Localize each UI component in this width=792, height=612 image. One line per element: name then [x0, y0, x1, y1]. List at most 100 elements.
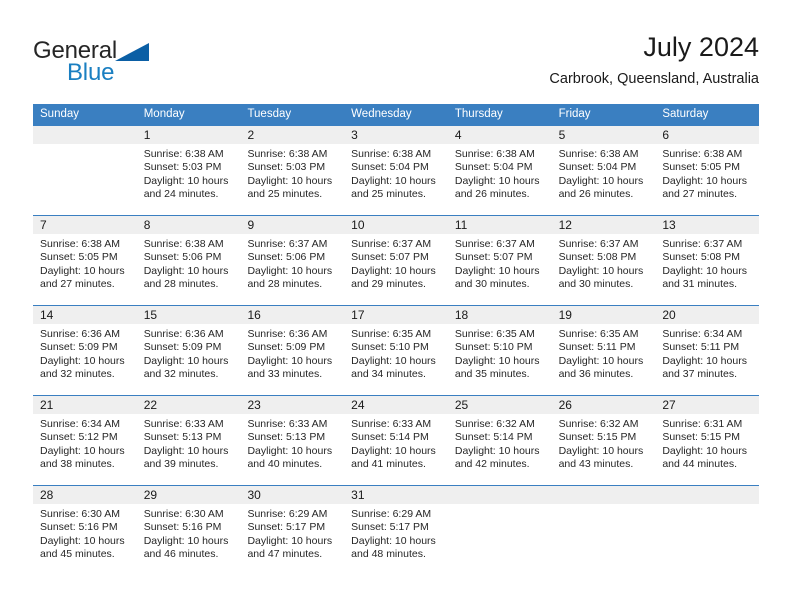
day-number[interactable]: 12	[552, 216, 656, 234]
day-number[interactable]	[33, 126, 137, 144]
daylight-text: Daylight: 10 hours	[662, 174, 747, 187]
day-cell[interactable]: Sunrise: 6:30 AM Sunset: 5:16 PM Dayligh…	[33, 504, 137, 575]
day-cell[interactable]: Sunrise: 6:36 AM Sunset: 5:09 PM Dayligh…	[240, 324, 344, 395]
day-cell[interactable]: Sunrise: 6:33 AM Sunset: 5:13 PM Dayligh…	[137, 414, 241, 485]
day-number[interactable]: 4	[448, 126, 552, 144]
sunrise-text: Sunrise: 6:35 AM	[454, 328, 535, 340]
day-number[interactable]: 16	[240, 306, 344, 324]
day-cell[interactable]: Sunrise: 6:38 AM Sunset: 5:03 PM Dayligh…	[240, 144, 344, 215]
day-number[interactable]: 30	[240, 486, 344, 504]
day-number[interactable]: 21	[33, 396, 137, 414]
daylight-text-cont: and 38 minutes.	[40, 458, 115, 471]
day-number[interactable]: 3	[344, 126, 448, 144]
daylight-text: Daylight: 10 hours	[454, 354, 540, 367]
day-number[interactable]: 19	[552, 306, 656, 324]
sunrise-text: Sunrise: 6:29 AM	[247, 508, 328, 520]
day-number[interactable]: 14	[33, 306, 137, 324]
day-number[interactable]	[552, 486, 656, 504]
day-cell[interactable]: Sunrise: 6:37 AM Sunset: 5:08 PM Dayligh…	[552, 234, 656, 305]
day-number[interactable]: 6	[655, 126, 759, 144]
day-cell[interactable]: Sunrise: 6:29 AM Sunset: 5:17 PM Dayligh…	[240, 504, 344, 575]
day-cell[interactable]: Sunrise: 6:35 AM Sunset: 5:11 PM Dayligh…	[552, 324, 656, 395]
day-cell[interactable]	[655, 504, 759, 575]
week-row: 7 8 9 10 11 12 13 Sunrise: 6:38 AM Sunse…	[33, 215, 759, 305]
day-number[interactable]: 18	[448, 306, 552, 324]
day-cell[interactable]: Sunrise: 6:32 AM Sunset: 5:14 PM Dayligh…	[448, 414, 552, 485]
day-cell[interactable]: Sunrise: 6:37 AM Sunset: 5:07 PM Dayligh…	[448, 234, 552, 305]
sunrise-text: Sunrise: 6:33 AM	[247, 418, 328, 430]
day-number[interactable]: 20	[655, 306, 759, 324]
day-number[interactable]: 28	[33, 486, 137, 504]
day-cell[interactable]: Sunrise: 6:37 AM Sunset: 5:08 PM Dayligh…	[655, 234, 759, 305]
day-cell[interactable]: Sunrise: 6:34 AM Sunset: 5:11 PM Dayligh…	[655, 324, 759, 395]
day-number[interactable]: 9	[240, 216, 344, 234]
day-cell[interactable]	[33, 144, 137, 215]
day-number[interactable]: 1	[137, 126, 241, 144]
daylight-text: Daylight: 10 hours	[662, 354, 747, 367]
day-cell[interactable]	[448, 504, 552, 575]
day-cell[interactable]: Sunrise: 6:33 AM Sunset: 5:13 PM Dayligh…	[240, 414, 344, 485]
weekday-header-thursday: Thursday	[454, 108, 503, 120]
day-number[interactable]: 29	[137, 486, 241, 504]
day-cell[interactable]: Sunrise: 6:32 AM Sunset: 5:15 PM Dayligh…	[552, 414, 656, 485]
day-number[interactable]: 11	[448, 216, 552, 234]
sunset-text: Sunset: 5:09 PM	[247, 341, 326, 354]
day-number[interactable]	[448, 486, 552, 504]
daylight-text: Daylight: 10 hours	[558, 174, 644, 187]
day-cell[interactable]: Sunrise: 6:29 AM Sunset: 5:17 PM Dayligh…	[344, 504, 448, 575]
day-cell[interactable]: Sunrise: 6:38 AM Sunset: 5:05 PM Dayligh…	[33, 234, 137, 305]
day-cell[interactable]: Sunrise: 6:35 AM Sunset: 5:10 PM Dayligh…	[448, 324, 552, 395]
brand-logo[interactable]: General Blue	[33, 38, 163, 94]
day-number[interactable]: 8	[137, 216, 241, 234]
daylight-text: Daylight: 10 hours	[143, 174, 229, 187]
day-cell[interactable]: Sunrise: 6:30 AM Sunset: 5:16 PM Dayligh…	[137, 504, 241, 575]
day-number[interactable]: 26	[552, 396, 656, 414]
sunrise-text: Sunrise: 6:36 AM	[40, 328, 120, 340]
day-cell[interactable]: Sunrise: 6:38 AM Sunset: 5:04 PM Dayligh…	[552, 144, 656, 215]
day-cell[interactable]: Sunrise: 6:31 AM Sunset: 5:15 PM Dayligh…	[655, 414, 759, 485]
sunset-text: Sunset: 5:05 PM	[662, 161, 740, 174]
day-number[interactable]: 5	[552, 126, 656, 144]
day-number[interactable]: 13	[655, 216, 759, 234]
weekday-header-row: Sunday Monday Tuesday Wednesday Thursday…	[33, 104, 759, 125]
daylight-text-cont: and 39 minutes.	[143, 458, 219, 471]
day-number[interactable]: 22	[137, 396, 241, 414]
day-number[interactable]: 27	[655, 396, 759, 414]
day-cell[interactable]: Sunrise: 6:34 AM Sunset: 5:12 PM Dayligh…	[33, 414, 137, 485]
sunset-text: Sunset: 5:07 PM	[351, 251, 429, 264]
sunset-text: Sunset: 5:06 PM	[247, 251, 326, 264]
day-number[interactable]: 2	[240, 126, 344, 144]
day-number[interactable]	[655, 486, 759, 504]
day-cell[interactable]: Sunrise: 6:37 AM Sunset: 5:07 PM Dayligh…	[344, 234, 448, 305]
day-number[interactable]: 24	[344, 396, 448, 414]
day-cell[interactable]: Sunrise: 6:38 AM Sunset: 5:04 PM Dayligh…	[448, 144, 552, 215]
day-cell[interactable]: Sunrise: 6:36 AM Sunset: 5:09 PM Dayligh…	[33, 324, 137, 395]
day-number[interactable]: 25	[448, 396, 552, 414]
week-day-numbers: 14 15 16 17 18 19 20	[33, 306, 759, 324]
day-number[interactable]: 23	[240, 396, 344, 414]
day-cell[interactable]: Sunrise: 6:38 AM Sunset: 5:06 PM Dayligh…	[137, 234, 241, 305]
day-cell[interactable]: Sunrise: 6:36 AM Sunset: 5:09 PM Dayligh…	[137, 324, 241, 395]
sunset-text: Sunset: 5:08 PM	[558, 251, 637, 264]
day-cell[interactable]: Sunrise: 6:38 AM Sunset: 5:04 PM Dayligh…	[344, 144, 448, 215]
day-number[interactable]: 31	[344, 486, 448, 504]
sunset-text: Sunset: 5:10 PM	[454, 341, 533, 354]
day-cell[interactable]: Sunrise: 6:37 AM Sunset: 5:06 PM Dayligh…	[240, 234, 344, 305]
day-cell[interactable]: Sunrise: 6:35 AM Sunset: 5:10 PM Dayligh…	[344, 324, 448, 395]
day-number[interactable]: 15	[137, 306, 241, 324]
daylight-text-cont: and 26 minutes.	[454, 188, 530, 201]
day-cell[interactable]: Sunrise: 6:38 AM Sunset: 5:05 PM Dayligh…	[655, 144, 759, 215]
daylight-text-cont: and 44 minutes.	[662, 458, 738, 471]
week-day-details: Sunrise: 6:38 AM Sunset: 5:03 PM Dayligh…	[33, 144, 759, 215]
day-cell[interactable]: Sunrise: 6:33 AM Sunset: 5:14 PM Dayligh…	[344, 414, 448, 485]
day-number[interactable]: 7	[33, 216, 137, 234]
day-number[interactable]: 10	[344, 216, 448, 234]
sunset-text: Sunset: 5:14 PM	[351, 431, 429, 444]
daylight-text-cont: and 28 minutes.	[247, 278, 323, 291]
day-cell[interactable]	[552, 504, 656, 575]
daylight-text-cont: and 33 minutes.	[247, 368, 323, 381]
daylight-text: Daylight: 10 hours	[351, 444, 436, 457]
day-number[interactable]: 17	[344, 306, 448, 324]
day-cell[interactable]: Sunrise: 6:38 AM Sunset: 5:03 PM Dayligh…	[137, 144, 241, 215]
daylight-text: Daylight: 10 hours	[143, 534, 229, 547]
